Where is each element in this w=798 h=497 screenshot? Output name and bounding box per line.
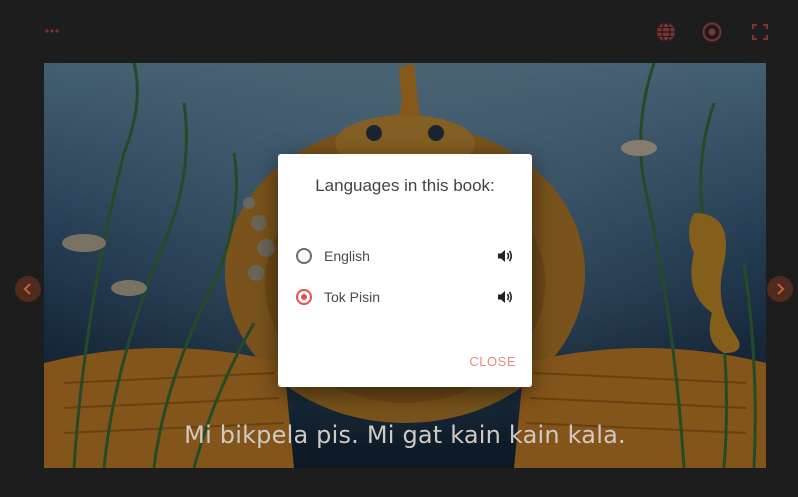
speaker-icon[interactable] <box>494 286 516 308</box>
play-circle-icon <box>702 22 722 42</box>
languages-button[interactable] <box>654 20 678 44</box>
chevron-right-icon <box>777 283 785 295</box>
language-label: English <box>324 248 370 264</box>
close-button[interactable]: CLOSE <box>469 354 516 369</box>
dialog-title: Languages in this book: <box>315 176 495 195</box>
speaker-icon[interactable] <box>494 245 516 267</box>
next-page-button[interactable] <box>767 276 793 302</box>
previous-page-button[interactable] <box>15 276 41 302</box>
language-option-english[interactable]: English <box>296 243 516 269</box>
radio-english[interactable] <box>296 248 312 264</box>
chevron-left-icon <box>23 283 31 295</box>
globe-icon <box>657 22 675 42</box>
more-menu-button[interactable] <box>40 19 64 43</box>
language-option-tok-pisin[interactable]: Tok Pisin <box>296 284 516 310</box>
more-horizontal-icon <box>45 29 59 33</box>
book-reader: Mi bikpela pis. Mi gat kain kain kala. L… <box>0 0 798 497</box>
fullscreen-button[interactable] <box>748 20 772 44</box>
play-audio-button[interactable] <box>700 20 724 44</box>
page-caption: Mi bikpela pis. Mi gat kain kain kala. <box>184 421 626 449</box>
languages-dialog: Languages in this book: English Tok Pisi… <box>278 154 532 387</box>
language-label: Tok Pisin <box>324 289 381 305</box>
radio-tok-pisin[interactable] <box>296 289 312 305</box>
fullscreen-icon <box>752 24 768 40</box>
